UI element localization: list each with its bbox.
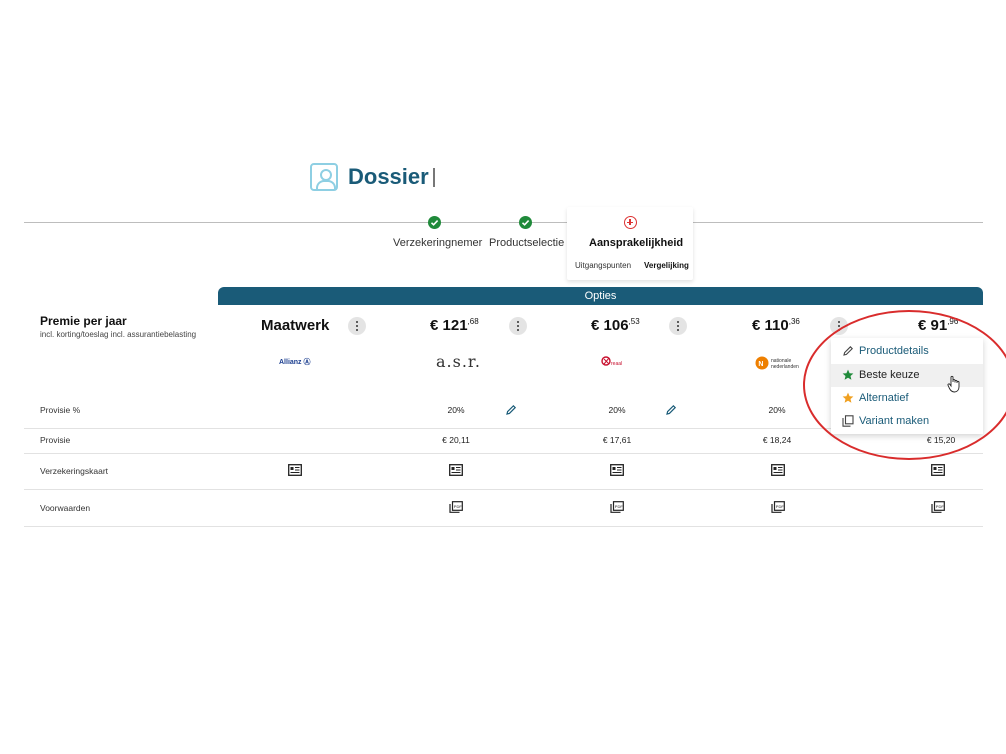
insurance-card-icon[interactable]	[288, 464, 302, 476]
allianz-logo: Allianz Ⓐ	[279, 359, 311, 366]
step-verzekeringnemer[interactable]: Verzekeringnemer	[393, 237, 482, 249]
pdf-document-icon[interactable]: PDF	[449, 501, 463, 513]
stepper-line-left	[24, 222, 567, 223]
text-cursor	[433, 168, 435, 187]
row-label-verzekeringskaart: Verzekeringskaart	[40, 466, 109, 476]
svg-text:reaal: reaal	[611, 361, 622, 367]
edit-pencil-icon[interactable]	[505, 404, 517, 416]
column-head-price: € 121,68	[430, 317, 479, 334]
opties-banner: Opties	[218, 287, 983, 305]
insurance-card-icon[interactable]	[931, 464, 945, 476]
insurance-card-icon[interactable]	[771, 464, 785, 476]
row-separator	[24, 453, 983, 454]
column-menu-button[interactable]	[509, 317, 527, 335]
provisie-cell: € 17,61	[602, 435, 632, 445]
provisie-pct-cell: 20%	[768, 405, 786, 415]
row-separator	[24, 489, 983, 490]
step-productselectie[interactable]: Productselectie	[489, 237, 564, 249]
svg-text:PDF: PDF	[615, 504, 624, 509]
step-active-plus-icon	[624, 216, 637, 229]
insurance-card-icon[interactable]	[610, 464, 624, 476]
premie-title: Premie per jaar	[40, 314, 127, 328]
column-menu-button[interactable]	[348, 317, 366, 335]
highlight-annotation	[803, 310, 1006, 460]
substep-vergelijking[interactable]: Vergelijking	[644, 261, 689, 270]
reaal-logo: reaal	[601, 356, 622, 367]
asr-logo: a.s.r.	[436, 352, 481, 371]
row-label-provisie: Provisie	[40, 435, 71, 445]
pdf-document-icon[interactable]: PDF	[931, 501, 945, 513]
column-head-price: € 106,53	[591, 317, 640, 334]
svg-text:N: N	[758, 361, 763, 368]
column-head-price: € 110,36	[752, 317, 800, 334]
stepper-line-right	[693, 222, 983, 223]
substep-uitgangspunten[interactable]: Uitgangspunten	[575, 261, 631, 270]
svg-text:nederlanden: nederlanden	[771, 364, 799, 370]
provisie-pct-cell: 20%	[608, 405, 626, 415]
dossier-icon	[310, 163, 338, 191]
page-title: Dossier	[348, 164, 429, 189]
step-done-check-icon	[519, 216, 532, 229]
provisie-pct-cell: 20%	[447, 405, 465, 415]
pdf-document-icon[interactable]: PDF	[610, 501, 624, 513]
row-label-voorwaarden: Voorwaarden	[40, 503, 91, 513]
column-head-maatwerk: Maatwerk	[261, 317, 330, 334]
edit-pencil-icon[interactable]	[665, 404, 677, 416]
column-menu-button[interactable]	[669, 317, 687, 335]
row-label-provisie-pct: Provisie %	[40, 405, 81, 415]
nationale-nederlanden-logo: N nationale nederlanden	[755, 356, 799, 370]
row-separator	[24, 526, 983, 527]
svg-text:PDF: PDF	[936, 504, 945, 509]
step-done-check-icon	[428, 216, 441, 229]
pdf-document-icon[interactable]: PDF	[771, 501, 785, 513]
premie-subtitle: incl. korting/toeslag incl. assurantiebe…	[40, 330, 197, 339]
provisie-cell: € 20,11	[442, 435, 470, 445]
svg-text:PDF: PDF	[776, 504, 785, 509]
step-aansprakelijkheid[interactable]: Aansprakelijkheid	[589, 237, 683, 249]
provisie-cell: € 18,24	[762, 435, 792, 445]
svg-text:PDF: PDF	[454, 504, 463, 509]
insurance-card-icon[interactable]	[449, 464, 463, 476]
